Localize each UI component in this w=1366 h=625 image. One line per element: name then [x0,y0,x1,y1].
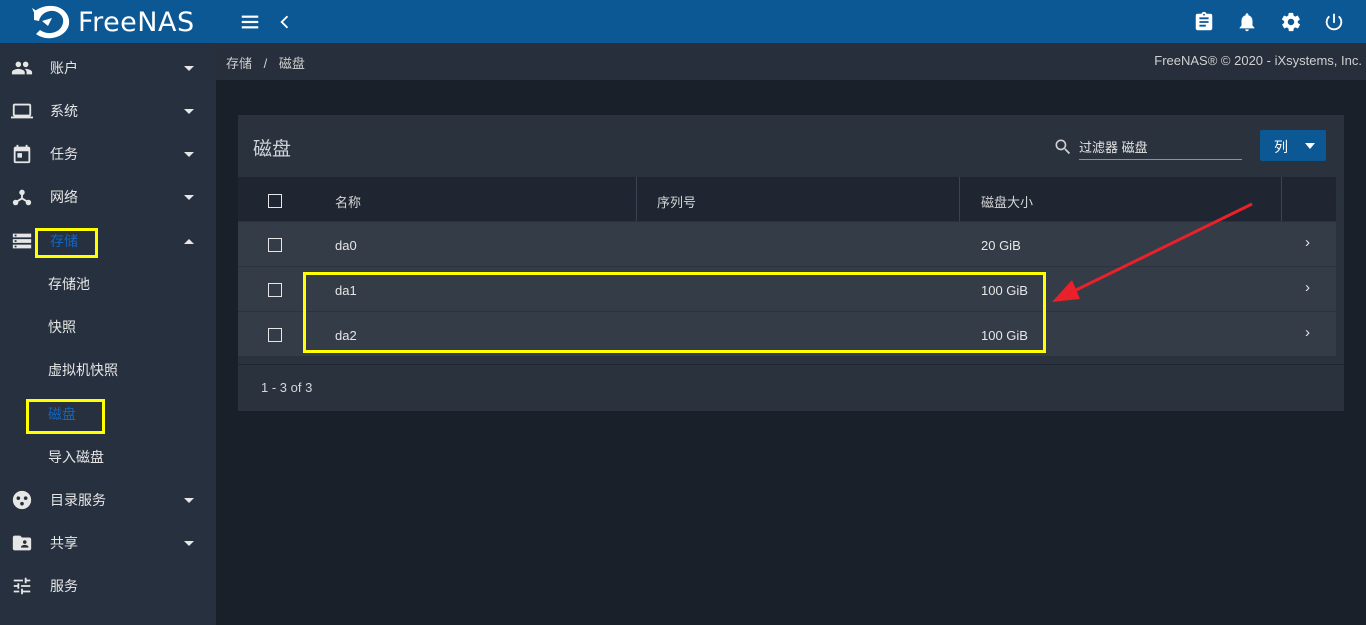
caret-down-icon [184,65,194,71]
top-bar: FreeNAS [0,0,1366,43]
highlight-box-disks [26,399,105,434]
expand-chevron-icon[interactable]: › [1305,324,1310,341]
sidebar-subitem-label: 导入磁盘 [48,448,104,465]
table-footer-divider [238,364,1344,365]
menu-icon[interactable] [238,10,262,34]
calendar-icon [11,143,33,165]
sidebar-item-label: 网络 [50,188,78,205]
sidebar-subitem-label: 快照 [48,318,76,335]
storage-icon [11,230,33,252]
breadcrumb-current: 磁盘 [278,56,305,71]
sidebar-subitem-label: 虚拟机快照 [48,361,118,378]
row-checkbox[interactable] [268,328,282,342]
disks-card: 磁盘 列 名称 序列号 磁盘大小 da0 20 GiB › da1 100 Gi… [238,115,1344,411]
highlight-box-storage [35,228,98,258]
sidebar-item-label: 目录服务 [50,491,106,508]
clipboard-icon[interactable] [1192,10,1216,34]
sidebar-item-label: 账户 [50,59,78,76]
freenas-logo[interactable]: FreeNAS [30,2,195,42]
disk-name: da0 [335,238,357,253]
sidebar-subitem-vm-snapshots[interactable]: 虚拟机快照 [0,348,216,391]
breadcrumb-bar: 存储 / 磁盘 FreeNAS® © 2020 - iXsystems, Inc… [216,43,1366,80]
caret-down-icon [184,194,194,200]
sidebar-item-storage[interactable]: 存储 [0,219,216,262]
sidebar-item-label: 任务 [50,145,78,162]
folder-share-icon [11,532,33,554]
caret-up-icon [184,238,194,244]
sidebar-item-system[interactable]: 系统 [0,89,216,132]
sidebar-item-label: 服务 [50,577,78,594]
brand-name: FreeNAS [78,6,195,38]
bell-icon[interactable] [1235,10,1259,34]
expand-chevron-icon[interactable]: › [1305,234,1310,251]
caret-down-icon [184,497,194,503]
chevron-left-icon[interactable] [273,10,297,34]
caret-down-icon [184,151,194,157]
column-header-serial[interactable]: 序列号 [657,192,696,211]
column-separator [636,177,637,221]
select-all-checkbox[interactable] [268,194,282,208]
sidebar-item-directory-services[interactable]: 目录服务 [0,478,216,521]
column-header-size[interactable]: 磁盘大小 [981,192,1033,211]
search-icon [1053,137,1073,157]
people-icon [11,57,33,79]
columns-button[interactable]: 列 [1260,130,1326,161]
sidebar-item-sharing[interactable]: 共享 [0,521,216,564]
column-separator [959,177,960,221]
filter-input[interactable] [1079,135,1242,160]
sliders-icon [11,575,33,597]
caret-down-icon [184,108,194,114]
card-title: 磁盘 [253,139,292,160]
sidebar-item-services[interactable]: 服务 [0,564,216,607]
freenas-fish-icon [32,5,70,39]
columns-button-label: 列 [1274,139,1288,155]
sidebar-item-accounts[interactable]: 账户 [0,46,216,89]
caret-down-icon [1305,143,1315,149]
sidebar-item-label: 共享 [50,534,78,551]
disk-size: 20 GiB [981,238,1021,253]
breadcrumb-separator: / [263,56,268,71]
sidebar-item-label: 系统 [50,102,78,119]
sidebar-item-network[interactable]: 网络 [0,175,216,218]
sidebar: 账户 系统 任务 网络 存储 存储池 快照 虚拟机快照 磁盘 导入磁盘 目录服务 [0,43,216,625]
breadcrumb-parent[interactable]: 存储 [226,56,252,71]
sidebar-subitem-import-disk[interactable]: 导入磁盘 [0,435,216,478]
copyright-text: FreeNAS® © 2020 - iXsystems, Inc. [1154,53,1362,68]
sidebar-subitem-pools[interactable]: 存储池 [0,262,216,305]
pagination-text: 1 - 3 of 3 [261,380,313,395]
row-checkbox[interactable] [268,238,282,252]
network-icon [11,186,33,208]
column-separator [1281,177,1282,221]
table-row[interactable]: da0 20 GiB › [238,221,1336,266]
sidebar-subitem-label: 存储池 [48,275,90,292]
gear-icon[interactable] [1279,10,1303,34]
filter-box [1053,135,1243,160]
breadcrumb: 存储 / 磁盘 [226,53,313,72]
column-header-name[interactable]: 名称 [335,192,361,211]
sidebar-item-tasks[interactable]: 任务 [0,132,216,175]
sidebar-subitem-snapshots[interactable]: 快照 [0,305,216,348]
laptop-icon [11,100,33,122]
power-icon[interactable] [1322,10,1346,34]
expand-chevron-icon[interactable]: › [1305,279,1310,296]
caret-down-icon [184,540,194,546]
table-header: 名称 序列号 磁盘大小 [238,177,1336,221]
highlight-box-disk-rows [303,272,1046,353]
row-checkbox[interactable] [268,283,282,297]
directory-icon [11,489,33,511]
